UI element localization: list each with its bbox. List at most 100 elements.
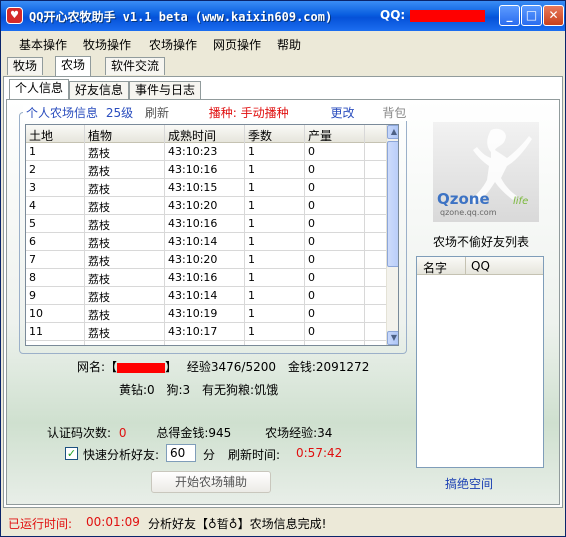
maximize-button[interactable]: □	[521, 5, 542, 26]
col-qq[interactable]: QQ	[471, 259, 490, 273]
table-row[interactable]: 7 荔枝 43:10:20 1 0	[26, 251, 386, 269]
cell-mature-time: 43:10:20	[168, 253, 218, 266]
tab-ranch[interactable]: 牧场	[7, 57, 44, 75]
table-row[interactable]: 10 荔枝 43:10:19 1 0	[26, 305, 386, 323]
cell-yield: 0	[308, 163, 315, 176]
menu-web[interactable]: 网页操作	[213, 36, 261, 53]
menu-ranch[interactable]: 牧场操作	[83, 36, 131, 53]
cell-yield: 0	[308, 325, 315, 338]
cell-yield: 0	[308, 181, 315, 194]
cell-season: 1	[248, 217, 255, 230]
refresh-link[interactable]: 刷新	[145, 106, 169, 120]
cell-yield: 0	[308, 145, 315, 158]
qzone-url: qzone.qq.com	[440, 208, 497, 217]
nickname-prefix: 网名:【	[77, 360, 118, 374]
cell-mature-time: 43:10:15	[168, 181, 218, 194]
minimize-button[interactable]: _	[499, 5, 520, 26]
personal-info-panel: 个人农场信息 25级 刷新 播种: 手动播种 更改 背包 土地 植物 成熟时间 …	[6, 99, 560, 505]
cell-yield: 0	[308, 289, 315, 302]
cell-plant: 荔枝	[88, 201, 110, 214]
col-plant[interactable]: 植物	[88, 127, 112, 144]
cell-season: 1	[248, 235, 255, 248]
cell-land: 4	[29, 199, 36, 212]
farm-info-header: 个人农场信息 25级 刷新 播种: 手动播种 更改 背包	[23, 104, 410, 121]
farm-land-grid[interactable]: 土地 植物 成熟时间 季数 产量 1 荔枝 43:10:23 1 0 2 荔枝 43:10:1…	[25, 124, 399, 346]
scroll-thumb[interactable]	[387, 141, 398, 267]
refresh-time-label: 刷新时间:	[228, 448, 281, 462]
scroll-up-icon[interactable]: ▲	[387, 125, 398, 139]
table-row[interactable]: 11 荔枝 43:10:17 1 0	[26, 323, 386, 341]
cell-season: 1	[248, 145, 255, 158]
cell-season: 1	[248, 163, 255, 176]
cell-season: 1	[248, 271, 255, 284]
cell-season: 1	[248, 325, 255, 338]
start-farm-assist-button[interactable]: 开始农场辅助	[151, 471, 271, 493]
menu-basic[interactable]: 基本操作	[19, 36, 67, 53]
menu-farm[interactable]: 农场操作	[149, 36, 197, 53]
qq-label: QQ:	[380, 8, 406, 22]
cell-plant: 荔枝	[88, 183, 110, 196]
cell-plant: 荔枝	[88, 273, 110, 286]
space-link[interactable]: 搞绝空间	[445, 475, 493, 492]
sow-mode: 手动播种	[240, 106, 289, 120]
col-season[interactable]: 季数	[248, 127, 272, 144]
cell-yield: 0	[308, 217, 315, 230]
tab-software-exchange[interactable]: 软件交流	[105, 57, 166, 75]
friend-list-title: 农场不偷好友列表	[433, 235, 530, 249]
table-row[interactable]: 2 荔枝 43:10:16 1 0	[26, 161, 386, 179]
cell-mature-time: 43:10:23	[168, 145, 218, 158]
col-name[interactable]: 名字	[423, 259, 447, 276]
tab-friend-info[interactable]: 好友信息	[69, 81, 130, 99]
captcha-value: 0	[118, 426, 127, 440]
col-mature-time[interactable]: 成熟时间	[168, 127, 216, 144]
cell-mature-time: 43:10:19	[168, 307, 218, 320]
runtime-label: 已运行时间:	[8, 517, 73, 531]
cell-mature-time: 43:10:17	[168, 325, 218, 338]
quick-analyze-checkbox[interactable]: ✓	[65, 447, 78, 460]
app-heart-icon: ♥	[6, 7, 23, 24]
col-land[interactable]: 土地	[29, 127, 53, 144]
cell-season: 1	[248, 289, 255, 302]
grid-vertical-scrollbar[interactable]: ▲ ▼	[386, 125, 398, 345]
dog-count: 狗:3	[166, 383, 191, 397]
quick-analyze-label: 快速分析好友:	[83, 448, 160, 462]
gold: 金钱:2091272	[287, 360, 370, 374]
cell-mature-time: 43:10:16	[168, 163, 218, 176]
change-link[interactable]: 更改	[331, 106, 355, 120]
cell-season: 1	[248, 181, 255, 194]
table-row[interactable]: 6 荔枝 43:10:14 1 0	[26, 233, 386, 251]
qzone-life-logo: life	[513, 196, 529, 207]
no-steal-friend-list[interactable]: 名字 QQ	[416, 256, 544, 468]
nickname-redacted	[117, 362, 166, 373]
quick-analyze-minutes-input[interactable]: 60	[166, 444, 196, 462]
table-row[interactable]: 9 荔枝 43:10:14 1 0	[26, 287, 386, 305]
table-row[interactable]: 5 荔枝 43:10:16 1 0	[26, 215, 386, 233]
cell-plant: 荔枝	[88, 291, 110, 304]
cell-season: 1	[248, 307, 255, 320]
menu-help[interactable]: 帮助	[277, 36, 301, 53]
status-bar: 已运行时间: 00:01:09 分析好友【♁晢♁】农场信息完成!	[6, 509, 560, 535]
table-row[interactable]: 8 荔枝 43:10:16 1 0	[26, 269, 386, 287]
tab-events-log[interactable]: 事件与日志	[129, 81, 202, 99]
backpack-link[interactable]: 背包	[382, 106, 406, 120]
tab-personal-info[interactable]: 个人信息	[9, 79, 70, 99]
grid-header: 土地 植物 成熟时间 季数 产量	[26, 125, 386, 143]
table-row[interactable]: 1 荔枝 43:10:23 1 0	[26, 143, 386, 161]
table-row[interactable]: 4 荔枝 43:10:20 1 0	[26, 197, 386, 215]
cell-plant: 荔枝	[88, 309, 110, 322]
col-yield[interactable]: 产量	[308, 127, 332, 144]
close-button[interactable]: ✕	[543, 5, 564, 26]
title-bar[interactable]: ♥ QQ开心农牧助手 v1.1 beta (www.kaixin609.com)…	[1, 1, 565, 31]
table-row[interactable]: 3 荔枝 43:10:15 1 0	[26, 179, 386, 197]
scroll-down-icon[interactable]: ▼	[387, 331, 398, 345]
cell-mature-time: 43:10:14	[168, 289, 218, 302]
minutes-unit: 分	[203, 448, 216, 462]
nickname-suffix: 】	[165, 360, 178, 374]
tab-farm[interactable]: 农场	[55, 56, 92, 76]
cell-land: 2	[29, 163, 36, 176]
cell-plant: 荔枝	[88, 165, 110, 178]
cell-land: 1	[29, 145, 36, 158]
sow-label: 播种:	[208, 106, 237, 120]
total-gold: 总得金钱:945	[156, 426, 232, 440]
farm-info-title: 个人农场信息	[26, 106, 99, 120]
